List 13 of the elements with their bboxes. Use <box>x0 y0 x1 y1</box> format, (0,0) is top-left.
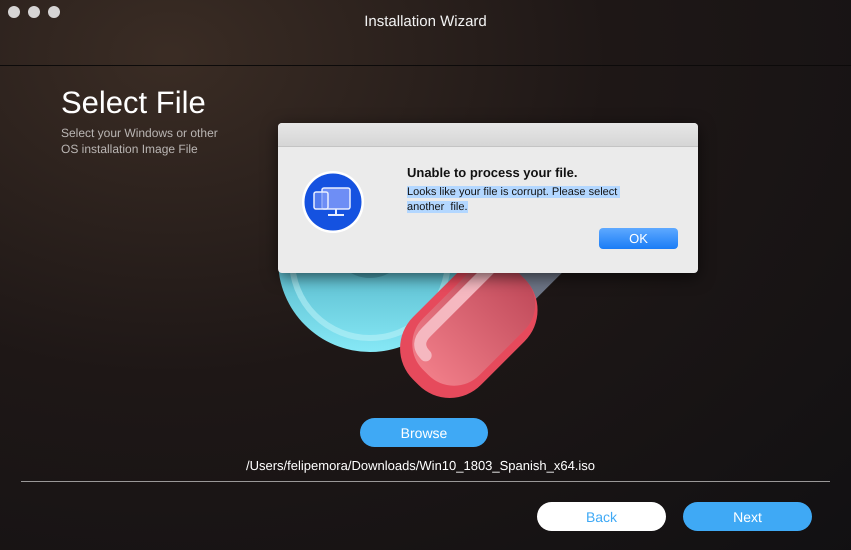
zoom-button[interactable] <box>48 6 60 18</box>
step-subtitle: Select your Windows or other OS installation Image File <box>61 125 219 157</box>
close-button[interactable] <box>8 6 20 18</box>
next-button[interactable]: Next <box>683 502 812 531</box>
browse-button[interactable]: Browse <box>360 418 488 447</box>
dialog-title: Unable to process your file. <box>407 165 578 180</box>
step-title: Select File <box>61 85 207 121</box>
file-path: /Users/felipemora/Downloads/Win10_1803_Spanish_x64.iso <box>245 458 596 474</box>
minimize-button[interactable] <box>28 6 40 18</box>
monitor-icon <box>301 170 365 234</box>
back-button[interactable]: Back <box>537 502 666 531</box>
ok-button[interactable]: OK <box>599 228 678 249</box>
window-title: Installation Wizard <box>364 12 487 30</box>
